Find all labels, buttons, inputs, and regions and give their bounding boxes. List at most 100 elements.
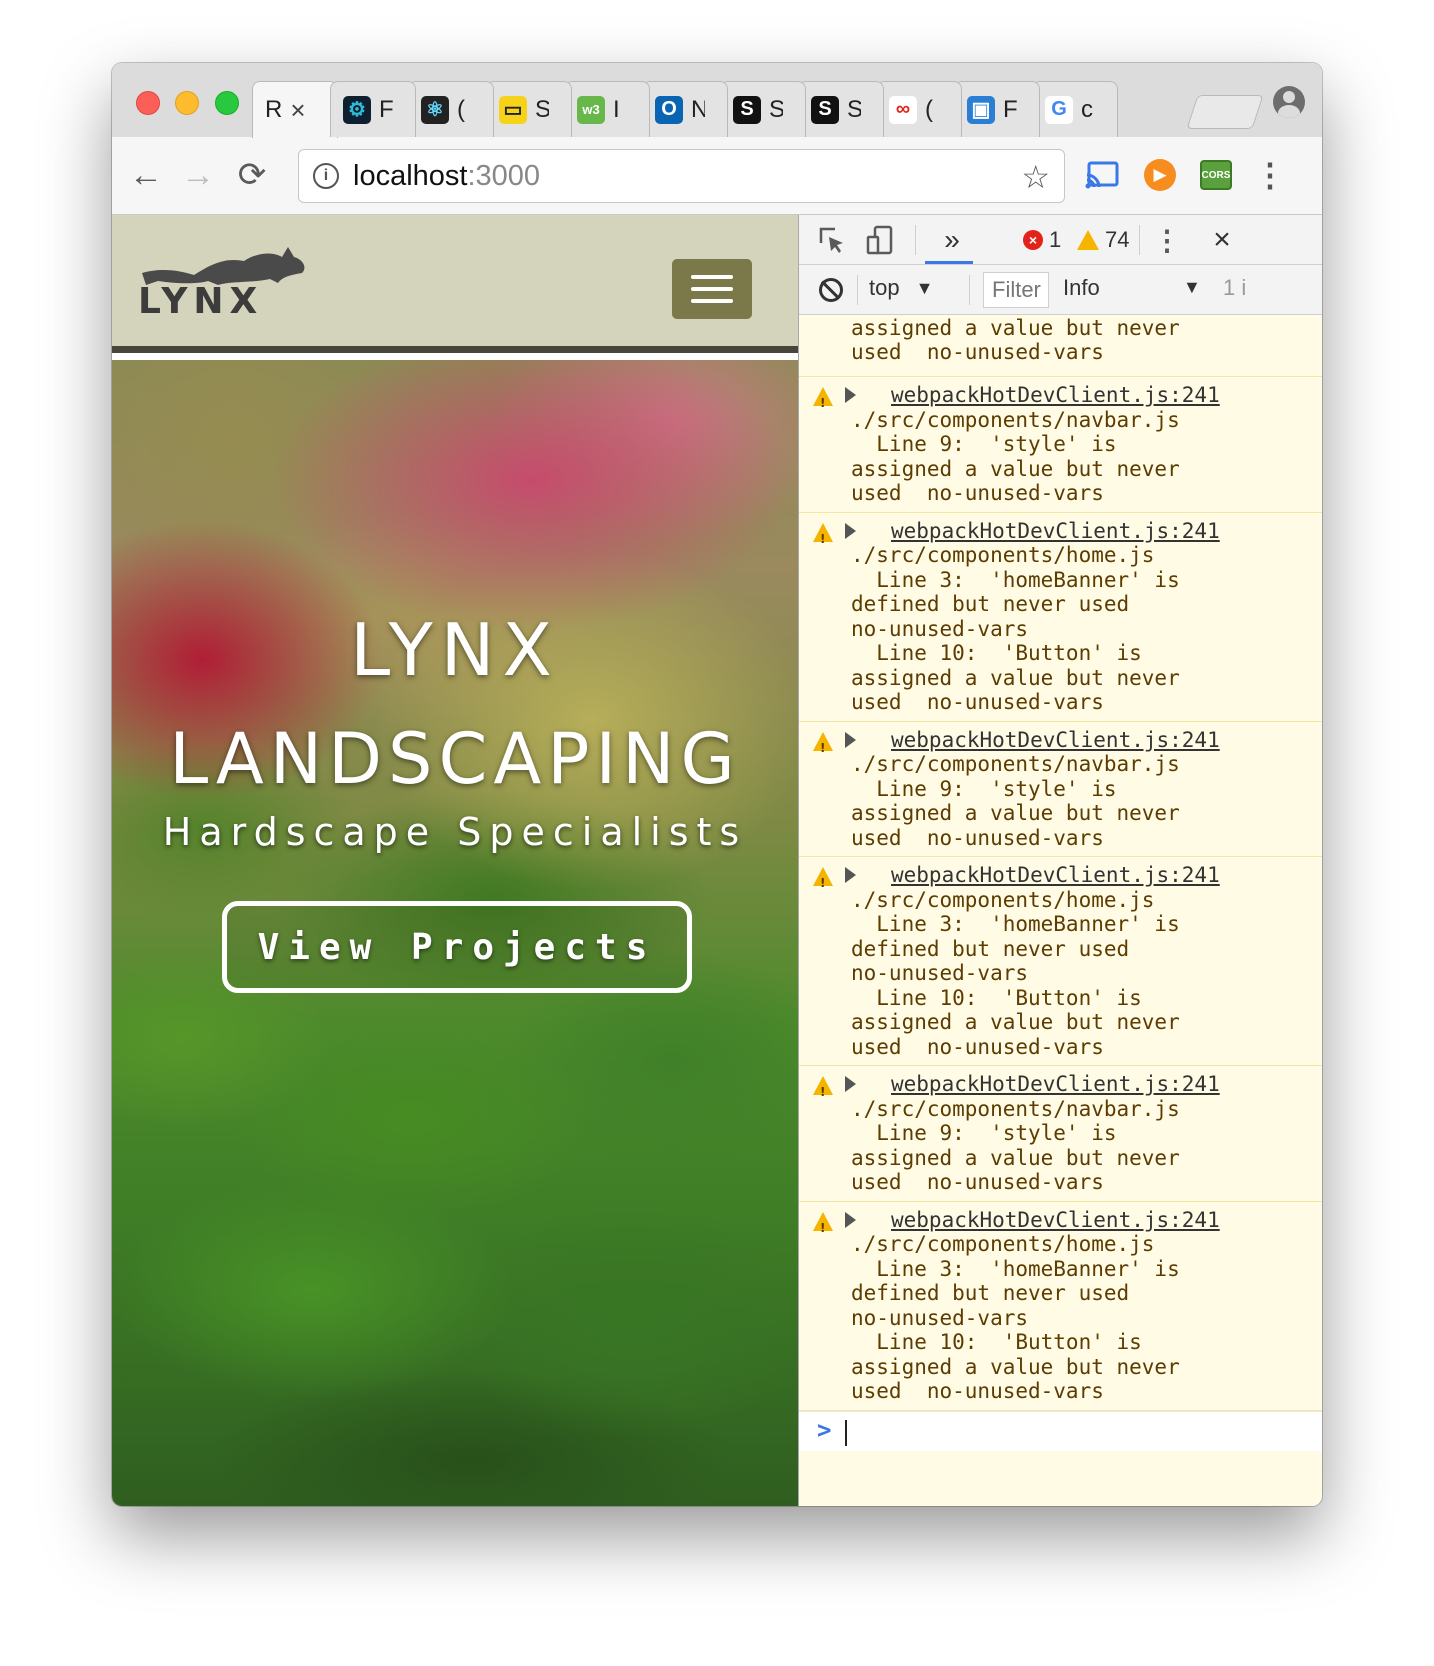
browser-tab[interactable]: R × bbox=[252, 81, 338, 138]
console-warning-message[interactable]: webpackHotDevClient.js:241./src/componen… bbox=[799, 1202, 1322, 1411]
browser-tab[interactable]: SS bbox=[798, 81, 884, 137]
profile-avatar-icon[interactable] bbox=[1273, 86, 1305, 118]
browser-tab[interactable]: ▣ F bbox=[954, 81, 1040, 137]
browser-tab[interactable]: ∞( bbox=[876, 81, 962, 137]
cast-icon[interactable] bbox=[1084, 157, 1120, 193]
active-tab-indicator bbox=[925, 261, 973, 264]
back-icon[interactable]: ← bbox=[124, 153, 168, 197]
cors-extension-icon[interactable]: CORS bbox=[1198, 157, 1234, 193]
browser-tab[interactable]: ⚛( bbox=[408, 81, 494, 137]
console-warning-message[interactable]: webpackHotDevClient.js:241./src/componen… bbox=[799, 377, 1322, 513]
close-tab-icon[interactable]: × bbox=[290, 95, 305, 126]
expand-triangle-icon[interactable] bbox=[845, 1211, 856, 1228]
console-warning-message[interactable]: webpackHotDevClient.js:241./src/componen… bbox=[799, 513, 1322, 722]
console-filter-input[interactable]: Filter bbox=[983, 272, 1049, 308]
device-toolbar-icon[interactable] bbox=[865, 225, 895, 255]
message-source-link[interactable]: webpackHotDevClient.js:241 bbox=[851, 519, 1313, 544]
url-port: :3000 bbox=[467, 159, 541, 192]
lynx-logo[interactable]: LYNX bbox=[132, 241, 320, 317]
console-prompt-input[interactable]: > bbox=[799, 1410, 1322, 1451]
tab-title: S bbox=[535, 95, 549, 123]
chevron-down-icon[interactable]: ▼ bbox=[1183, 277, 1201, 298]
site-info-icon[interactable]: i bbox=[313, 163, 339, 189]
tab-title: F bbox=[1003, 95, 1017, 123]
browser-menu-icon[interactable]: ⋮ bbox=[1252, 157, 1288, 193]
cors-label: CORS bbox=[1200, 160, 1232, 190]
tab-title: I bbox=[613, 95, 620, 123]
view-projects-button[interactable]: View Projects bbox=[222, 901, 692, 993]
toggle-icon: ▭ bbox=[499, 95, 527, 124]
address-bar[interactable]: i localhost:3000 ☆ bbox=[298, 149, 1065, 203]
hamburger-line bbox=[691, 287, 733, 291]
console-filter-bar: top ▼ Filter Info ▼ 1 i bbox=[799, 265, 1322, 315]
play-icon: ▶ bbox=[1144, 159, 1176, 191]
zoom-window-button[interactable] bbox=[215, 91, 239, 115]
bookmark-star-icon[interactable]: ☆ bbox=[1021, 158, 1050, 196]
console-warning-message[interactable]: webpackHotDevClient.js:241./src/componen… bbox=[799, 1066, 1322, 1202]
close-devtools-icon[interactable]: × bbox=[1207, 223, 1237, 256]
hero-title-line-1: LYNX bbox=[350, 608, 560, 692]
browser-tab[interactable]: w3 I bbox=[564, 81, 650, 137]
devtools-menu-icon[interactable]: ⋮ bbox=[1153, 225, 1181, 256]
inspect-element-icon[interactable] bbox=[817, 225, 847, 255]
hero-subtitle: Hardscape Specialists bbox=[162, 810, 748, 854]
toolbar-divider bbox=[1139, 225, 1140, 255]
more-tabs-icon[interactable]: » bbox=[937, 224, 967, 255]
page-viewport: LYNX LYNX LANDSCAPING Hardscape Speciali… bbox=[112, 215, 798, 1506]
text-caret bbox=[845, 1419, 847, 1446]
expand-triangle-icon[interactable] bbox=[845, 1076, 856, 1092]
outlook-icon: O bbox=[655, 95, 683, 124]
clear-console-icon[interactable] bbox=[819, 278, 843, 302]
browser-tab[interactable]: ▭ S bbox=[486, 81, 572, 137]
message-source-link[interactable]: webpackHotDevClient.js:241 bbox=[851, 1072, 1313, 1097]
message-text: ./src/components/home.js Line 3: 'homeBa… bbox=[851, 1232, 1180, 1403]
s-icon: S bbox=[733, 95, 761, 124]
hamburger-menu-button[interactable] bbox=[672, 259, 752, 319]
message-source-link[interactable]: webpackHotDevClient.js:241 bbox=[851, 1208, 1313, 1233]
browser-tab[interactable]: ON bbox=[642, 81, 728, 137]
infinity-icon: ∞ bbox=[889, 95, 917, 124]
context-selector[interactable]: top ▼ bbox=[869, 275, 933, 301]
error-count: 1 bbox=[1049, 227, 1062, 252]
message-source-link[interactable]: webpackHotDevClient.js:241 bbox=[851, 863, 1313, 888]
filterbar-divider bbox=[857, 275, 858, 305]
warning-icon bbox=[813, 1211, 833, 1240]
browser-tab[interactable]: SS bbox=[720, 81, 806, 137]
message-text: ./src/components/navbar.js Line 9: 'styl… bbox=[851, 1096, 1180, 1195]
tab-title: S bbox=[847, 95, 861, 123]
svg-text:LYNX: LYNX bbox=[138, 281, 263, 317]
new-tab-button[interactable] bbox=[1186, 95, 1264, 129]
warning-count-badge[interactable]: 74 bbox=[1077, 227, 1129, 253]
expand-triangle-icon[interactable] bbox=[845, 731, 856, 748]
tab-title: S bbox=[769, 95, 783, 123]
reload-icon[interactable]: ⟳ bbox=[230, 153, 274, 197]
error-count-badge[interactable]: × 1 bbox=[1023, 227, 1061, 253]
minimize-window-button[interactable] bbox=[175, 91, 199, 115]
expand-triangle-icon[interactable] bbox=[845, 387, 856, 403]
expand-triangle-icon[interactable] bbox=[845, 867, 856, 883]
error-icon: × bbox=[1023, 230, 1043, 250]
warning-icon bbox=[813, 387, 833, 416]
message-text: ./src/components/navbar.js Line 9: 'styl… bbox=[851, 407, 1180, 506]
expand-triangle-icon[interactable] bbox=[845, 522, 856, 539]
tab-strip: R × ⚙ F ⚛(▭ Sw3 I O N S S S S ∞(▣ F Gc bbox=[112, 63, 1322, 138]
tab-title: N bbox=[691, 95, 705, 123]
console-warning-message[interactable]: webpackHotDevClient.js:241./src/componen… bbox=[799, 857, 1322, 1066]
hero-banner: LYNX LANDSCAPING Hardscape Specialists V… bbox=[112, 360, 798, 1506]
browser-tab[interactable]: ⚙ F bbox=[330, 81, 416, 137]
url-text[interactable]: localhost:3000 bbox=[353, 160, 540, 193]
console-warning-message[interactable]: webpackHotDevClient.js:241./src/componen… bbox=[799, 722, 1322, 857]
redux-icon: ⚙ bbox=[343, 95, 371, 124]
close-window-button[interactable] bbox=[136, 91, 160, 115]
play-extension-icon[interactable]: ▶ bbox=[1142, 157, 1178, 193]
warning-count: 74 bbox=[1105, 227, 1130, 252]
warning-icon bbox=[1077, 230, 1099, 250]
w3-icon: w3 bbox=[577, 95, 605, 124]
message-source-link[interactable]: webpackHotDevClient.js:241 bbox=[851, 383, 1313, 408]
chevron-down-icon: ▼ bbox=[915, 277, 934, 298]
square-icon: ▣ bbox=[967, 95, 995, 124]
message-source-link[interactable]: webpackHotDevClient.js:241 bbox=[851, 728, 1313, 753]
browser-tab[interactable]: Gc bbox=[1032, 81, 1118, 137]
forward-icon[interactable]: → bbox=[176, 153, 220, 197]
warning-icon bbox=[813, 1076, 833, 1105]
